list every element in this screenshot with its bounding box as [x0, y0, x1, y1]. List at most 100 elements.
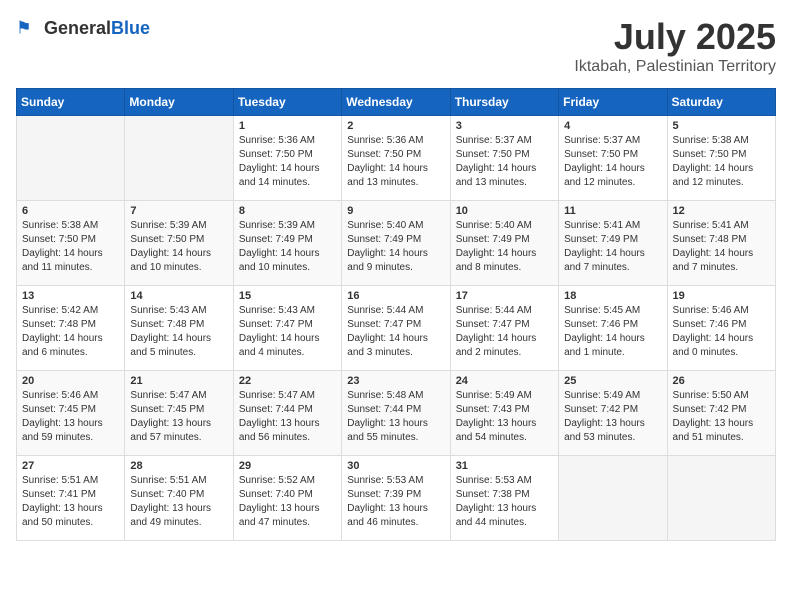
day-number: 13	[22, 290, 119, 302]
calendar-cell: 10 Sunrise: 5:40 AM Sunset: 7:49 PM Dayli…	[450, 201, 558, 286]
calendar-cell: 27Sunrise: 5:51 AM Sunset: 7:41 PM Dayli…	[17, 456, 125, 541]
day-number: 8	[239, 205, 336, 217]
calendar-cell: 7Sunrise: 5:39 AM Sunset: 7:50 PM Daylig…	[125, 201, 233, 286]
day-number: 19	[673, 290, 770, 302]
day-info: Sunrise: 5:53 AM Sunset: 7:39 PM Dayligh…	[347, 474, 444, 530]
day-info: Sunrise: 5:48 AM Sunset: 7:44 PM Dayligh…	[347, 389, 444, 445]
calendar-cell: 12Sunrise: 5:41 AM Sunset: 7:48 PM Dayli…	[667, 201, 775, 286]
calendar-header-friday: Friday	[559, 89, 667, 116]
calendar-cell: 16 Sunrise: 5:44 AM Sunset: 7:47 PM Dayli…	[342, 286, 450, 371]
day-number: 5	[673, 120, 770, 132]
calendar-cell: 24 Sunrise: 5:49 AM Sunset: 7:43 PM Dayli…	[450, 371, 558, 456]
day-info: Sunrise: 5:40 AM Sunset: 7:49 PM Dayligh…	[347, 219, 444, 275]
calendar-cell: 21 Sunrise: 5:47 AM Sunset: 7:45 PM Dayli…	[125, 371, 233, 456]
day-info: Sunrise: 5:41 AM Sunset: 7:48 PM Dayligh…	[673, 219, 770, 275]
calendar-cell: 6Sunrise: 5:38 AM Sunset: 7:50 PM Daylig…	[17, 201, 125, 286]
day-info: Sunrise: 5:44 AM Sunset: 7:47 PM Dayligh…	[347, 304, 444, 360]
calendar-cell	[17, 116, 125, 201]
calendar-cell: 23 Sunrise: 5:48 AM Sunset: 7:44 PM Dayli…	[342, 371, 450, 456]
day-number: 3	[456, 120, 553, 132]
calendar-header-sunday: Sunday	[17, 89, 125, 116]
calendar-cell: 1 Sunrise: 5:36 AM Sunset: 7:50 PM Daylig…	[233, 116, 341, 201]
day-info: Sunrise: 5:53 AM Sunset: 7:38 PM Dayligh…	[456, 474, 553, 530]
calendar-cell: 25 Sunrise: 5:49 AM Sunset: 7:42 PM Dayli…	[559, 371, 667, 456]
calendar-cell: 8 Sunrise: 5:39 AM Sunset: 7:49 PM Daylig…	[233, 201, 341, 286]
day-number: 10	[456, 205, 553, 217]
logo: ⚑ GeneralBlue	[16, 16, 150, 40]
calendar-week-row: 27Sunrise: 5:51 AM Sunset: 7:41 PM Dayli…	[17, 456, 776, 541]
month-year-title: July 2025	[574, 16, 776, 58]
logo-blue: Blue	[111, 18, 150, 38]
day-number: 30	[347, 460, 444, 472]
day-number: 21	[130, 375, 227, 387]
day-info: Sunrise: 5:41 AM Sunset: 7:49 PM Dayligh…	[564, 219, 661, 275]
calendar-cell: 14 Sunrise: 5:43 AM Sunset: 7:48 PM Dayli…	[125, 286, 233, 371]
day-number: 14	[130, 290, 227, 302]
day-number: 7	[130, 205, 227, 217]
day-number: 25	[564, 375, 661, 387]
calendar-week-row: 1 Sunrise: 5:36 AM Sunset: 7:50 PM Daylig…	[17, 116, 776, 201]
calendar-cell	[667, 456, 775, 541]
day-number: 28	[130, 460, 227, 472]
day-info: Sunrise: 5:47 AM Sunset: 7:44 PM Dayligh…	[239, 389, 336, 445]
day-number: 26	[673, 375, 770, 387]
calendar-cell: 29Sunrise: 5:52 AM Sunset: 7:40 PM Dayli…	[233, 456, 341, 541]
calendar-cell: 13 Sunrise: 5:42 AM Sunset: 7:48 PM Dayli…	[17, 286, 125, 371]
day-info: Sunrise: 5:46 AM Sunset: 7:45 PM Dayligh…	[22, 389, 119, 445]
calendar-header-row: SundayMondayTuesdayWednesdayThursdayFrid…	[17, 89, 776, 116]
day-info: Sunrise: 5:38 AM Sunset: 7:50 PM Dayligh…	[673, 134, 770, 190]
day-info: Sunrise: 5:50 AM Sunset: 7:42 PM Dayligh…	[673, 389, 770, 445]
calendar-cell: 2Sunrise: 5:36 AM Sunset: 7:50 PM Daylig…	[342, 116, 450, 201]
day-number: 24	[456, 375, 553, 387]
calendar-cell: 28 Sunrise: 5:51 AM Sunset: 7:40 PM Dayli…	[125, 456, 233, 541]
day-info: Sunrise: 5:39 AM Sunset: 7:49 PM Dayligh…	[239, 219, 336, 275]
day-number: 4	[564, 120, 661, 132]
day-info: Sunrise: 5:40 AM Sunset: 7:49 PM Dayligh…	[456, 219, 553, 275]
title-section: July 2025 Iktabah, Palestinian Territory	[574, 16, 776, 76]
day-info: Sunrise: 5:44 AM Sunset: 7:47 PM Dayligh…	[456, 304, 553, 360]
day-number: 27	[22, 460, 119, 472]
logo-icon: ⚑	[16, 16, 40, 40]
calendar-cell: 9 Sunrise: 5:40 AM Sunset: 7:49 PM Daylig…	[342, 201, 450, 286]
calendar-table: SundayMondayTuesdayWednesdayThursdayFrid…	[16, 88, 776, 541]
calendar-cell: 3 Sunrise: 5:37 AM Sunset: 7:50 PM Daylig…	[450, 116, 558, 201]
day-number: 22	[239, 375, 336, 387]
day-info: Sunrise: 5:37 AM Sunset: 7:50 PM Dayligh…	[456, 134, 553, 190]
day-info: Sunrise: 5:49 AM Sunset: 7:43 PM Dayligh…	[456, 389, 553, 445]
day-info: Sunrise: 5:47 AM Sunset: 7:45 PM Dayligh…	[130, 389, 227, 445]
day-number: 1	[239, 120, 336, 132]
svg-text:⚑: ⚑	[16, 18, 32, 38]
day-info: Sunrise: 5:43 AM Sunset: 7:48 PM Dayligh…	[130, 304, 227, 360]
day-number: 31	[456, 460, 553, 472]
day-number: 17	[456, 290, 553, 302]
location-subtitle: Iktabah, Palestinian Territory	[574, 58, 776, 76]
day-number: 2	[347, 120, 444, 132]
day-number: 11	[564, 205, 661, 217]
calendar-cell	[125, 116, 233, 201]
calendar-cell: 30 Sunrise: 5:53 AM Sunset: 7:39 PM Dayli…	[342, 456, 450, 541]
day-number: 9	[347, 205, 444, 217]
calendar-header-tuesday: Tuesday	[233, 89, 341, 116]
calendar-cell: 5 Sunrise: 5:38 AM Sunset: 7:50 PM Daylig…	[667, 116, 775, 201]
day-number: 23	[347, 375, 444, 387]
logo-text: GeneralBlue	[44, 18, 150, 39]
day-number: 16	[347, 290, 444, 302]
day-info: Sunrise: 5:43 AM Sunset: 7:47 PM Dayligh…	[239, 304, 336, 360]
logo-general: General	[44, 18, 111, 38]
calendar-week-row: 20 Sunrise: 5:46 AM Sunset: 7:45 PM Dayli…	[17, 371, 776, 456]
day-info: Sunrise: 5:38 AM Sunset: 7:50 PM Dayligh…	[22, 219, 119, 275]
day-info: Sunrise: 5:37 AM Sunset: 7:50 PM Dayligh…	[564, 134, 661, 190]
calendar-header-wednesday: Wednesday	[342, 89, 450, 116]
day-info: Sunrise: 5:42 AM Sunset: 7:48 PM Dayligh…	[22, 304, 119, 360]
day-info: Sunrise: 5:51 AM Sunset: 7:40 PM Dayligh…	[130, 474, 227, 530]
day-info: Sunrise: 5:49 AM Sunset: 7:42 PM Dayligh…	[564, 389, 661, 445]
day-number: 20	[22, 375, 119, 387]
calendar-cell: 20 Sunrise: 5:46 AM Sunset: 7:45 PM Dayli…	[17, 371, 125, 456]
calendar-cell: 4 Sunrise: 5:37 AM Sunset: 7:50 PM Daylig…	[559, 116, 667, 201]
day-number: 29	[239, 460, 336, 472]
calendar-cell: 15Sunrise: 5:43 AM Sunset: 7:47 PM Dayli…	[233, 286, 341, 371]
calendar-header-saturday: Saturday	[667, 89, 775, 116]
calendar-week-row: 13 Sunrise: 5:42 AM Sunset: 7:48 PM Dayli…	[17, 286, 776, 371]
day-info: Sunrise: 5:36 AM Sunset: 7:50 PM Dayligh…	[239, 134, 336, 190]
calendar-cell: 18Sunrise: 5:45 AM Sunset: 7:46 PM Dayli…	[559, 286, 667, 371]
